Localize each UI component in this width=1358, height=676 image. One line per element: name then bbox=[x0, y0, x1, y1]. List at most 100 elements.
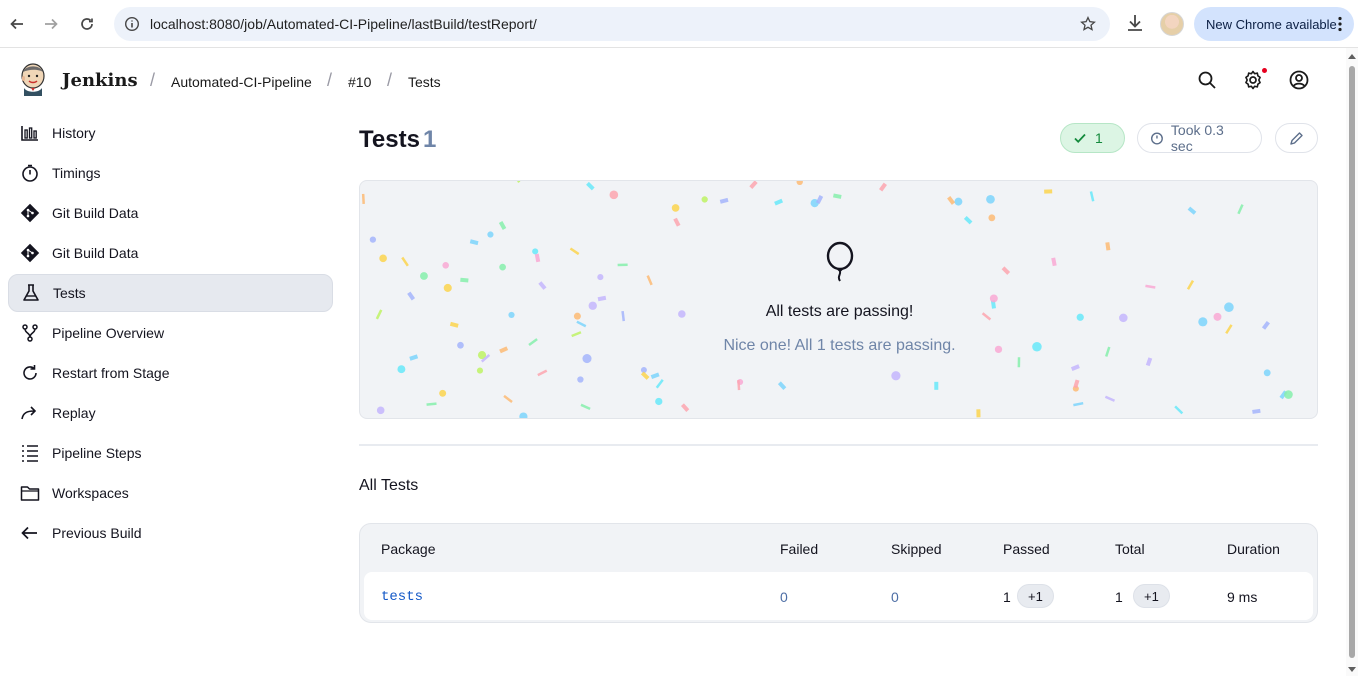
sidebar-item-git-build-data[interactable]: Git Build Data bbox=[8, 234, 333, 272]
git-icon bbox=[20, 203, 40, 223]
sidebar-item-restart-from-stage[interactable]: Restart from Stage bbox=[8, 354, 333, 392]
confetti-piece bbox=[476, 367, 484, 374]
search-icon[interactable] bbox=[1197, 70, 1217, 90]
passed-badge[interactable]: 1 bbox=[1060, 123, 1125, 153]
confetti-piece bbox=[954, 197, 963, 206]
browser-toolbar: localhost:8080/job/Automated-CI-Pipeline… bbox=[0, 0, 1358, 48]
reload-button[interactable] bbox=[70, 7, 104, 41]
pencil-icon bbox=[1290, 131, 1303, 145]
confetti-piece bbox=[671, 204, 680, 212]
confetti-piece bbox=[439, 389, 447, 397]
page-scrollbar[interactable] bbox=[1346, 48, 1358, 676]
confetti-piece bbox=[1186, 279, 1195, 290]
duration-badge[interactable]: Took 0.3 sec bbox=[1137, 122, 1262, 154]
flask-icon bbox=[21, 283, 41, 303]
confetti-piece bbox=[532, 248, 539, 255]
breadcrumb-build[interactable]: #10 bbox=[348, 74, 371, 90]
failed-count-link[interactable]: 0 bbox=[780, 589, 788, 605]
confetti-piece bbox=[1187, 206, 1197, 215]
profile-avatar[interactable] bbox=[1160, 12, 1184, 36]
confetti-piece bbox=[582, 354, 592, 364]
sidebar-item-pipeline-steps[interactable]: Pipeline Steps bbox=[8, 434, 333, 472]
confetti-piece bbox=[1070, 364, 1080, 371]
page-header: Tests 1 1 Took 0.3 sec bbox=[359, 112, 1318, 168]
confetti-piece bbox=[796, 181, 803, 186]
sidebar-item-workspaces[interactable]: Workspaces bbox=[8, 474, 333, 512]
column-header-failed[interactable]: Failed bbox=[780, 541, 818, 557]
bookmark-star-icon[interactable] bbox=[1080, 16, 1096, 37]
scroll-down-arrow[interactable] bbox=[1348, 667, 1356, 672]
column-header-passed[interactable]: Passed bbox=[1003, 541, 1050, 557]
package-link[interactable]: tests bbox=[381, 589, 423, 605]
confetti-piece bbox=[832, 193, 842, 199]
scroll-up-arrow[interactable] bbox=[1348, 54, 1356, 59]
arrow-left-icon bbox=[10, 18, 23, 30]
banner-subtitle: Nice one! All 1 tests are passing. bbox=[723, 337, 956, 354]
confetti-piece bbox=[498, 221, 507, 230]
confetti-piece bbox=[655, 379, 664, 389]
sidebar-item-timings[interactable]: Timings bbox=[8, 154, 333, 192]
confetti-piece bbox=[1089, 191, 1095, 202]
jenkins-logo-icon[interactable] bbox=[18, 62, 48, 98]
confetti-piece bbox=[1073, 401, 1084, 407]
skipped-count-link[interactable]: 0 bbox=[891, 589, 899, 605]
confetti-piece bbox=[597, 274, 604, 281]
sidebar-item-pipeline-overview[interactable]: Pipeline Overview bbox=[8, 314, 333, 352]
site-info-icon[interactable] bbox=[114, 16, 150, 32]
gear-icon[interactable] bbox=[1243, 70, 1263, 90]
restart-icon bbox=[20, 363, 40, 383]
sidebar-item-label: Pipeline Steps bbox=[52, 445, 142, 461]
edit-button[interactable] bbox=[1275, 123, 1318, 153]
duration-badge-label: Took 0.3 sec bbox=[1170, 122, 1224, 154]
confetti-piece bbox=[989, 294, 998, 303]
confetti-piece bbox=[499, 263, 506, 271]
section-divider bbox=[359, 444, 1318, 446]
confetti-piece bbox=[1261, 320, 1270, 330]
confetti-piece bbox=[580, 403, 591, 411]
breadcrumb-separator: / bbox=[327, 70, 333, 90]
jenkins-brand[interactable]: Jenkins bbox=[62, 70, 138, 91]
breadcrumb-tests[interactable]: Tests bbox=[408, 74, 441, 90]
column-header-skipped[interactable]: Skipped bbox=[891, 541, 942, 557]
table-header: Package Failed Skipped Passed Total Dura… bbox=[360, 524, 1317, 572]
address-bar[interactable]: localhost:8080/job/Automated-CI-Pipeline… bbox=[114, 7, 1110, 41]
confetti-piece bbox=[534, 253, 541, 263]
timer-icon bbox=[1150, 132, 1163, 145]
user-account-icon[interactable] bbox=[1289, 70, 1309, 90]
forward-button[interactable] bbox=[34, 7, 68, 41]
sidebar-item-label: Pipeline Overview bbox=[52, 325, 165, 341]
download-icon[interactable] bbox=[1124, 12, 1146, 39]
url-text[interactable]: localhost:8080/job/Automated-CI-Pipeline… bbox=[150, 16, 537, 32]
confetti-piece bbox=[879, 182, 887, 192]
sidebar-item-label: Tests bbox=[53, 285, 86, 301]
sidebar-item-replay[interactable]: Replay bbox=[8, 394, 333, 432]
sidebar-item-previous-build[interactable]: Previous Build bbox=[8, 514, 333, 552]
main-panel: Tests 1 1 Took 0.3 sec All tests are pas… bbox=[359, 112, 1318, 623]
confetti-piece bbox=[1017, 357, 1021, 368]
confetti-piece bbox=[379, 254, 387, 263]
chrome-update-button[interactable]: New Chrome available bbox=[1194, 7, 1354, 41]
confetti-piece bbox=[891, 371, 901, 381]
confetti-piece bbox=[376, 406, 385, 415]
confetti-piece bbox=[1051, 257, 1057, 267]
confetti-piece bbox=[487, 231, 494, 238]
sidebar-item-history[interactable]: History bbox=[8, 114, 333, 152]
confetti-piece bbox=[397, 365, 406, 374]
column-header-duration[interactable]: Duration bbox=[1227, 541, 1280, 557]
confetti-piece bbox=[1001, 266, 1011, 275]
column-header-total[interactable]: Total bbox=[1115, 541, 1145, 557]
sidebar-item-git-build-data[interactable]: Git Build Data bbox=[8, 194, 333, 232]
confetti-piece bbox=[1225, 324, 1233, 335]
breadcrumb-separator: / bbox=[150, 70, 156, 90]
back-button[interactable] bbox=[0, 7, 34, 41]
scrollbar-thumb[interactable] bbox=[1349, 66, 1355, 658]
column-header-package[interactable]: Package bbox=[381, 541, 435, 557]
confetti-piece bbox=[815, 195, 824, 205]
banner-title: All tests are passing! bbox=[765, 303, 914, 320]
confetti-piece bbox=[988, 214, 996, 222]
sidebar-item-tests[interactable]: Tests bbox=[8, 274, 333, 312]
breadcrumb-job[interactable]: Automated-CI-Pipeline bbox=[171, 74, 312, 90]
sidebar-item-label: Git Build Data bbox=[52, 205, 139, 221]
confetti-piece bbox=[947, 196, 956, 205]
confetti-piece bbox=[426, 402, 437, 406]
